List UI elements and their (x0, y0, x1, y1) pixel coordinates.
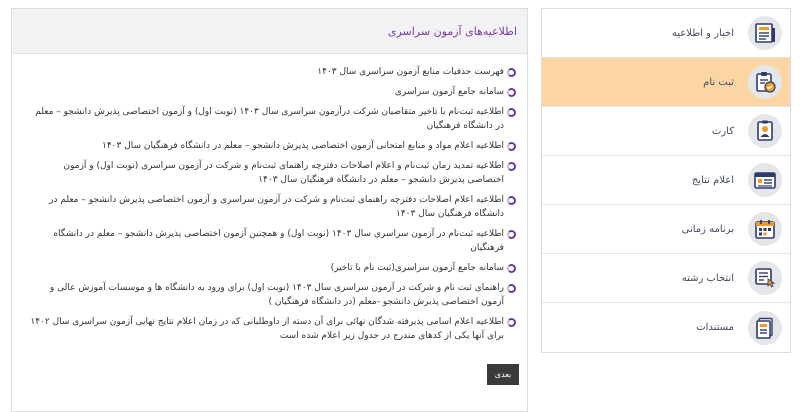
sidebar-item-registration[interactable]: ثبت نام (542, 58, 790, 107)
sidebar-item-documents[interactable]: مستندات (542, 303, 790, 352)
bullet-icon (507, 283, 516, 293)
sidebar-item-label: انتخاب رشته (681, 272, 734, 284)
announcement-item[interactable]: راهنمای ثبت نام و شرکت در آزمون سراسری س… (26, 281, 516, 309)
sidebar-item-label: اخبار و اطلاعیه (671, 27, 734, 39)
bullet-icon (507, 141, 516, 151)
sidebar-item-news[interactable]: اخبار و اطلاعیه (542, 9, 790, 58)
announcement-item[interactable]: اطلاعیه تمدید زمان ثبت‌نام و اعلام اصلاح… (26, 159, 516, 187)
announcements-panel: اطلاعیه‌های آزمون سراسری فهرست حذفیات من… (11, 8, 528, 412)
announcement-item[interactable]: سامانه جامع آزمون سراسری(ثبت نام با تاخی… (26, 261, 516, 275)
sidebar-nav: اخبار و اطلاعیه ثبت نام کارت اعلام نتایج… (541, 8, 791, 353)
bullet-icon (507, 317, 516, 327)
bullet-icon (507, 263, 516, 273)
results-icon (748, 163, 782, 197)
sidebar-item-label: مستندات (696, 322, 734, 333)
bullet-icon (507, 229, 516, 239)
announcement-item[interactable]: فهرست حذفیات منابع آزمون سراسری سال ۱۴۰۳ (26, 65, 516, 79)
sidebar-item-results[interactable]: اعلام نتایج (542, 156, 790, 205)
announcement-item[interactable]: اطلاعیه اعلام اصلاحات دفترچه راهنمای ثبت… (26, 193, 516, 221)
sidebar-item-field-selection[interactable]: انتخاب رشته (542, 254, 790, 303)
sidebar-item-label: اعلام نتایج (691, 174, 734, 186)
announcement-item[interactable]: اطلاعیه ثبت‌نام در آزمون سراسری سال ۱۴۰۳… (26, 227, 516, 255)
news-icon (748, 16, 782, 50)
bullet-icon (507, 67, 516, 77)
announcement-list: فهرست حذفیات منابع آزمون سراسری سال ۱۴۰۳… (12, 54, 527, 343)
bullet-icon (507, 87, 516, 97)
bullet-icon (507, 195, 516, 205)
id-card-icon (748, 114, 782, 148)
announcement-item[interactable]: اطلاعیه اعلام مواد و منابع امتحانی آزمون… (26, 139, 516, 153)
calendar-icon (748, 212, 782, 246)
sidebar-item-label: برنامه زمانی (681, 223, 734, 235)
documents-icon (748, 310, 782, 345)
sidebar-item-label: کارت (711, 125, 734, 137)
sidebar-item-card[interactable]: کارت (542, 107, 790, 156)
bullet-icon (507, 107, 516, 117)
registration-clipboard-icon (748, 65, 782, 99)
sidebar-item-schedule[interactable]: برنامه زمانی (542, 205, 790, 254)
field-selection-icon (748, 261, 782, 295)
panel-header: اطلاعیه‌های آزمون سراسری (12, 9, 527, 54)
bullet-icon (507, 161, 516, 171)
panel-title: اطلاعیه‌های آزمون سراسری (387, 24, 517, 38)
sidebar-item-label: ثبت نام (703, 76, 734, 88)
announcement-item[interactable]: اطلاعیه ثبت‌نام با تاخیر متقاضیان شرکت د… (26, 105, 516, 133)
next-page-button[interactable]: بعدی (487, 364, 519, 385)
announcement-item[interactable]: اطلاعیه اعلام اسامی پذیرفته شدگان نهائی … (26, 315, 516, 343)
announcement-item[interactable]: سامانه جامع آزمون سراسری (26, 85, 516, 99)
